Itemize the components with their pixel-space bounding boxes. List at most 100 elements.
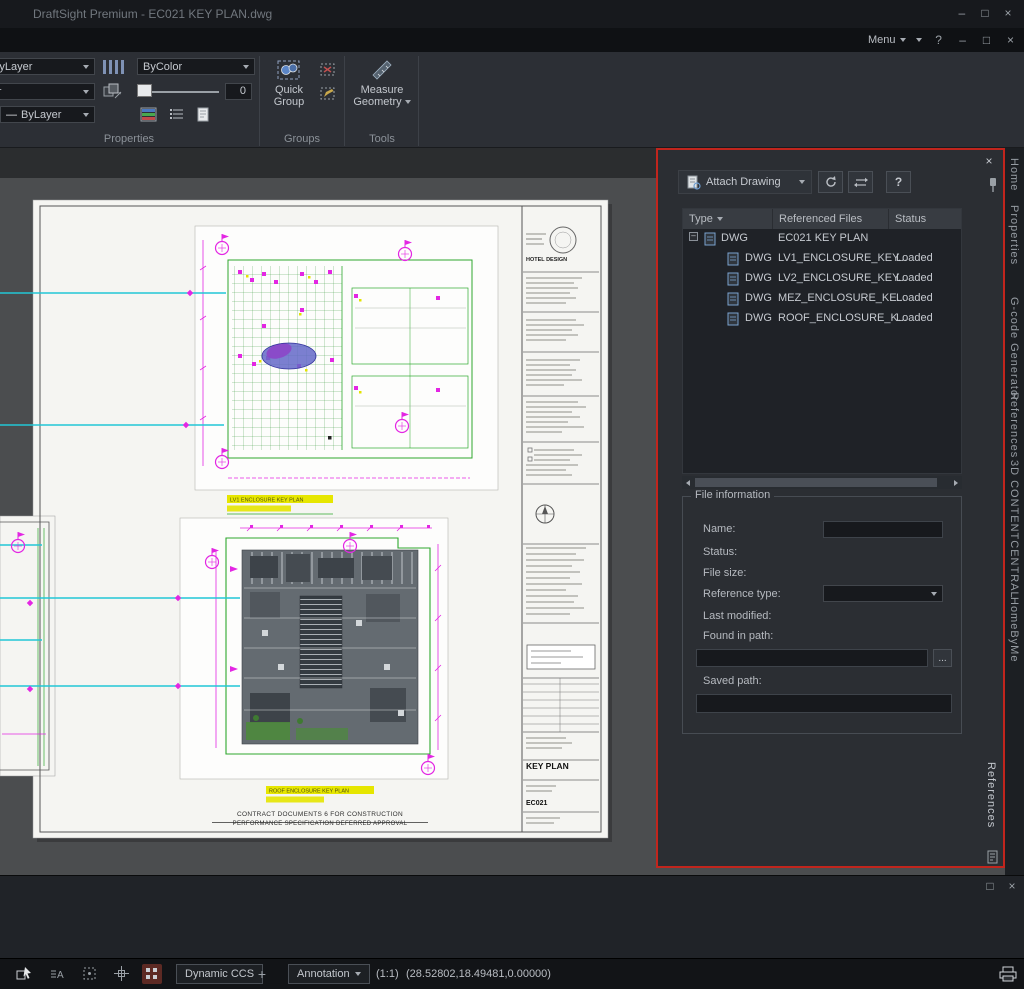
table-row[interactable]: DWG ROOF_ENCLOSURE_K... Loaded: [683, 309, 961, 329]
tools-section-label: Tools: [350, 133, 414, 145]
dwg-file-icon: [727, 272, 740, 286]
side-tab-strip: Home Properties G-code Generator Referen…: [1005, 148, 1024, 875]
print-icon[interactable]: [998, 964, 1018, 984]
svg-text:A: A: [57, 970, 64, 981]
palette-help-button[interactable]: ?: [886, 171, 911, 193]
replace-reference-button[interactable]: [848, 171, 873, 193]
window-close-button[interactable]: ×: [998, 5, 1018, 21]
pin-icon[interactable]: [987, 176, 999, 193]
crosshair-toggle[interactable]: [112, 964, 132, 984]
list-view-icon[interactable]: [168, 106, 186, 124]
side-tab-3d-contentcentral[interactable]: 3D CONTENTCENTRAL: [1008, 460, 1020, 599]
collapse-icon[interactable]: –: [689, 232, 698, 241]
measure-geometry-button[interactable]: Measure Geometry: [350, 56, 414, 132]
line-style-combo[interactable]: — ByLayer: [0, 106, 95, 123]
reference-type-select[interactable]: [823, 585, 943, 602]
measure-caret-icon: [405, 100, 411, 104]
command-window-close-button[interactable]: ×: [1004, 878, 1020, 894]
lineweight-slider[interactable]: [135, 83, 220, 100]
properties-section-label: Properties: [0, 133, 258, 145]
window-restore-button[interactable]: □: [975, 5, 995, 21]
command-window-float-button[interactable]: □: [982, 878, 998, 894]
line-color-combo[interactable]: ByLayer: [0, 58, 95, 75]
table-row[interactable]: DWG LV1_ENCLOSURE_KEY... Loaded: [683, 249, 961, 269]
application-window: DraftSight Premium - EC021 KEY PLAN.dwg …: [0, 0, 1024, 989]
side-tab-gcode-generator[interactable]: G-code Generator: [1008, 297, 1020, 402]
measure-icon: [369, 56, 395, 84]
table-row[interactable]: DWG MEZ_ENCLOSURE_KE... Loaded: [683, 289, 961, 309]
references-tab-icon: [987, 850, 999, 864]
menu-button[interactable]: Menu: [868, 34, 906, 46]
scroll-right-arrow[interactable]: [950, 476, 962, 489]
help-button[interactable]: ?: [932, 32, 946, 48]
lineweight-handle[interactable]: [137, 84, 152, 97]
doc-minimize-button[interactable]: –: [956, 32, 970, 48]
attach-drawing-icon: [685, 174, 701, 190]
table-row[interactable]: – DWG EC021 KEY PLAN: [683, 229, 961, 249]
attach-drawing-button[interactable]: Attach Drawing: [678, 170, 812, 194]
file-information-group: File information Name: Status: File size…: [682, 496, 962, 734]
page-setup-icon[interactable]: [194, 106, 212, 124]
add-scale-button[interactable]: +: [252, 964, 272, 984]
dynamic-ccs-button[interactable]: Dynamic CCS: [176, 964, 263, 984]
references-table-header: Type Referenced Files Status: [683, 209, 961, 229]
annotation-scale-combo[interactable]: Annotation: [288, 964, 370, 984]
transparency-icon[interactable]: [102, 82, 124, 101]
column-header-status[interactable]: Status: [889, 209, 961, 229]
quick-group-button[interactable]: Quick Group: [263, 56, 315, 132]
menu-label: Menu: [868, 34, 896, 46]
titleblock-project: HOTEL DESIGN: [526, 257, 567, 263]
ribbon-options-caret-icon[interactable]: [916, 38, 922, 42]
pointer-select-toggle[interactable]: [14, 964, 34, 984]
entity-snap-toggle[interactable]: [80, 964, 100, 984]
combo-caret-icon: [931, 592, 937, 596]
scrollbar-thumb[interactable]: [695, 478, 937, 487]
grid-display-toggle[interactable]: [142, 964, 162, 984]
attach-drawing-caret-icon: [799, 180, 805, 184]
name-input[interactable]: [823, 521, 943, 538]
doc-close-button[interactable]: ×: [1004, 32, 1018, 48]
hatch-color-combo[interactable]: ByColor: [137, 58, 255, 75]
browse-path-button[interactable]: ...: [933, 649, 952, 667]
reload-reference-button[interactable]: [818, 171, 843, 193]
last-modified-label: Last modified:: [703, 610, 771, 622]
swap-arrows-icon: [853, 175, 869, 190]
table-row[interactable]: DWG LV2_ENCLOSURE_KEY... Loaded: [683, 269, 961, 289]
doc-restore-button[interactable]: □: [980, 32, 994, 48]
side-tab-home[interactable]: Home: [1008, 158, 1020, 191]
groups-section-label: Groups: [262, 133, 342, 145]
type-filter-caret-icon: [717, 217, 723, 221]
ribbon-separator: [259, 56, 260, 146]
references-palette: × Attach Drawing ? Type Referenced Files…: [656, 148, 1005, 868]
lineweight-value-box[interactable]: 0: [225, 83, 252, 100]
side-tab-homebyme[interactable]: HomeByMe: [1008, 597, 1020, 662]
combo-caret-icon: [83, 113, 89, 117]
side-tab-properties[interactable]: Properties: [1008, 205, 1020, 265]
command-window[interactable]: □ ×: [0, 875, 1024, 958]
ungroup-button[interactable]: [318, 60, 338, 80]
dwg-file-icon: [727, 252, 740, 266]
ribbon: ByLayer ByLayer — ByLayer ByColor 0: [0, 52, 1024, 148]
coordinates-readout: (28.52802,18.49481,0.00000): [406, 968, 551, 980]
layer-combo[interactable]: ByLayer: [0, 83, 95, 100]
dwg-file-icon: [727, 292, 740, 306]
color-table-icon[interactable]: [140, 106, 158, 124]
edit-group-button[interactable]: [318, 84, 338, 104]
palette-close-button[interactable]: ×: [980, 154, 998, 170]
table-horizontal-scrollbar[interactable]: [682, 476, 962, 489]
found-in-path-label: Found in path:: [703, 630, 773, 642]
saved-path-input[interactable]: [696, 694, 952, 713]
found-in-path-input[interactable]: [696, 649, 928, 667]
hatch-pattern-icon[interactable]: [100, 58, 126, 76]
lower-roof-plan: [180, 518, 448, 779]
scroll-left-arrow[interactable]: [682, 476, 694, 489]
ungroup-icon: [318, 60, 338, 80]
references-palette-tab[interactable]: References: [985, 762, 997, 828]
window-minimize-button[interactable]: –: [952, 5, 972, 21]
column-header-referenced-files[interactable]: Referenced Files: [773, 209, 889, 229]
side-tab-references[interactable]: References: [1008, 392, 1020, 458]
combo-caret-icon: [243, 65, 249, 69]
annotation-text-toggle[interactable]: A: [48, 964, 68, 984]
menu-caret-icon: [900, 38, 906, 42]
column-header-type[interactable]: Type: [683, 209, 773, 229]
